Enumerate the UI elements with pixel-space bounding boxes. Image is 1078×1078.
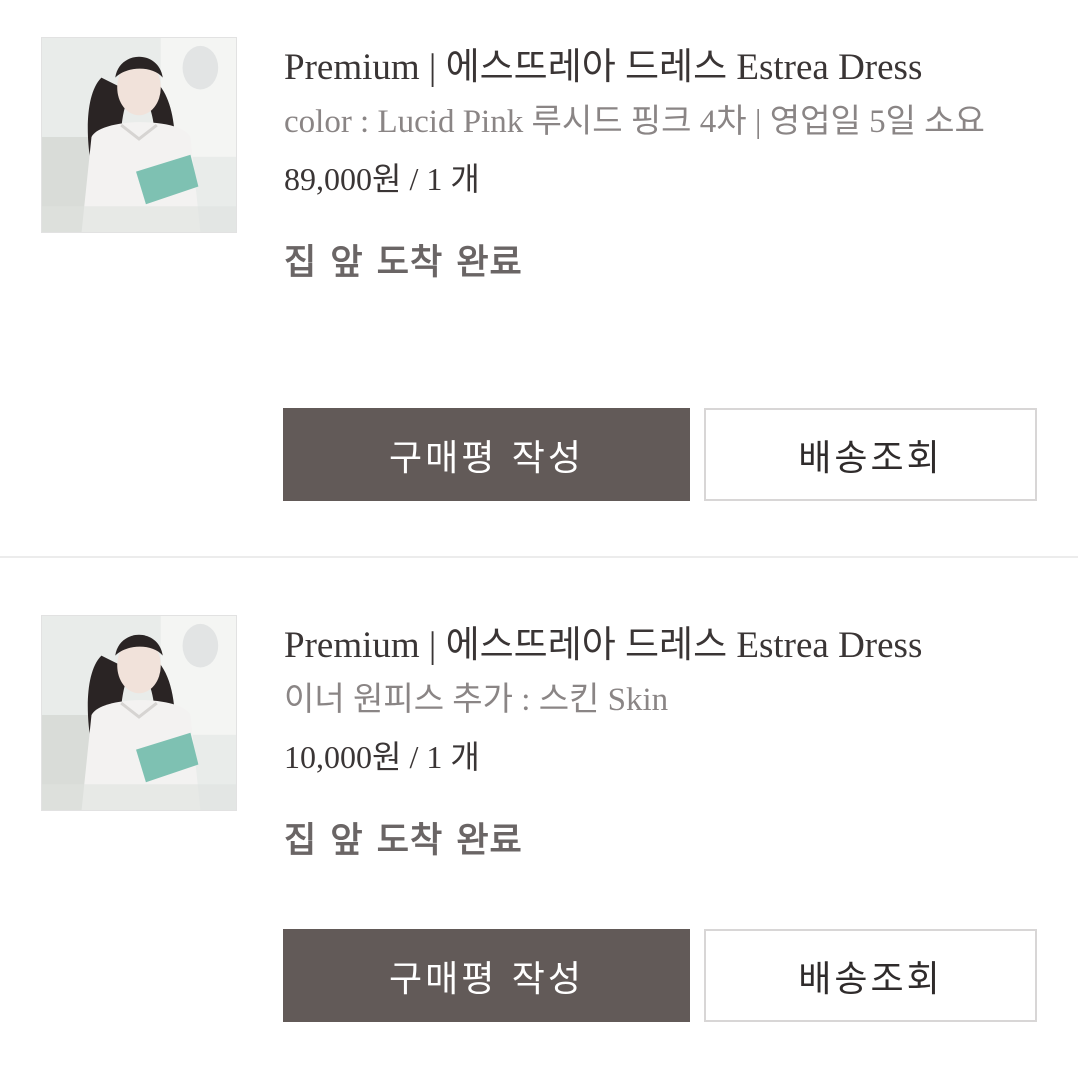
product-title[interactable]: Premium | 에스뜨레아 드레스 Estrea Dress [284, 42, 1044, 94]
product-price: 89,000원 / 1 개 [284, 161, 480, 197]
order-item: Premium | 에스뜨레아 드레스 Estrea Dress color :… [0, 0, 1078, 558]
delivery-status: 집 앞 도착 완료 [284, 243, 523, 283]
product-thumbnail[interactable] [41, 37, 237, 233]
product-info: Premium | 에스뜨레아 드레스 Estrea Dress color :… [284, 42, 1044, 288]
product-price: 10,000원 / 1 개 [284, 739, 480, 775]
track-delivery-button[interactable]: 배송조회 [704, 408, 1037, 501]
order-item: Premium | 에스뜨레아 드레스 Estrea Dress 이너 원피스 … [0, 557, 1078, 1077]
product-photo [42, 38, 236, 232]
order-actions: 구매평 작성 배송조회 [283, 929, 1037, 1022]
product-thumbnail[interactable] [41, 615, 237, 811]
product-title[interactable]: Premium | 에스뜨레아 드레스 Estrea Dress [284, 620, 1044, 672]
track-delivery-button[interactable]: 배송조회 [704, 929, 1037, 1022]
product-photo [42, 616, 236, 810]
product-option: 이너 원피스 추가 : 스킨 Skin [284, 682, 669, 718]
order-actions: 구매평 작성 배송조회 [283, 408, 1037, 501]
product-option: color : Lucid Pink 루시드 핑크 4차 | 영업일 5일 소요 [284, 104, 985, 140]
delivery-status: 집 앞 도착 완료 [284, 821, 523, 861]
write-review-button[interactable]: 구매평 작성 [283, 929, 690, 1022]
product-info: Premium | 에스뜨레아 드레스 Estrea Dress 이너 원피스 … [284, 620, 1044, 866]
write-review-button[interactable]: 구매평 작성 [283, 408, 690, 501]
